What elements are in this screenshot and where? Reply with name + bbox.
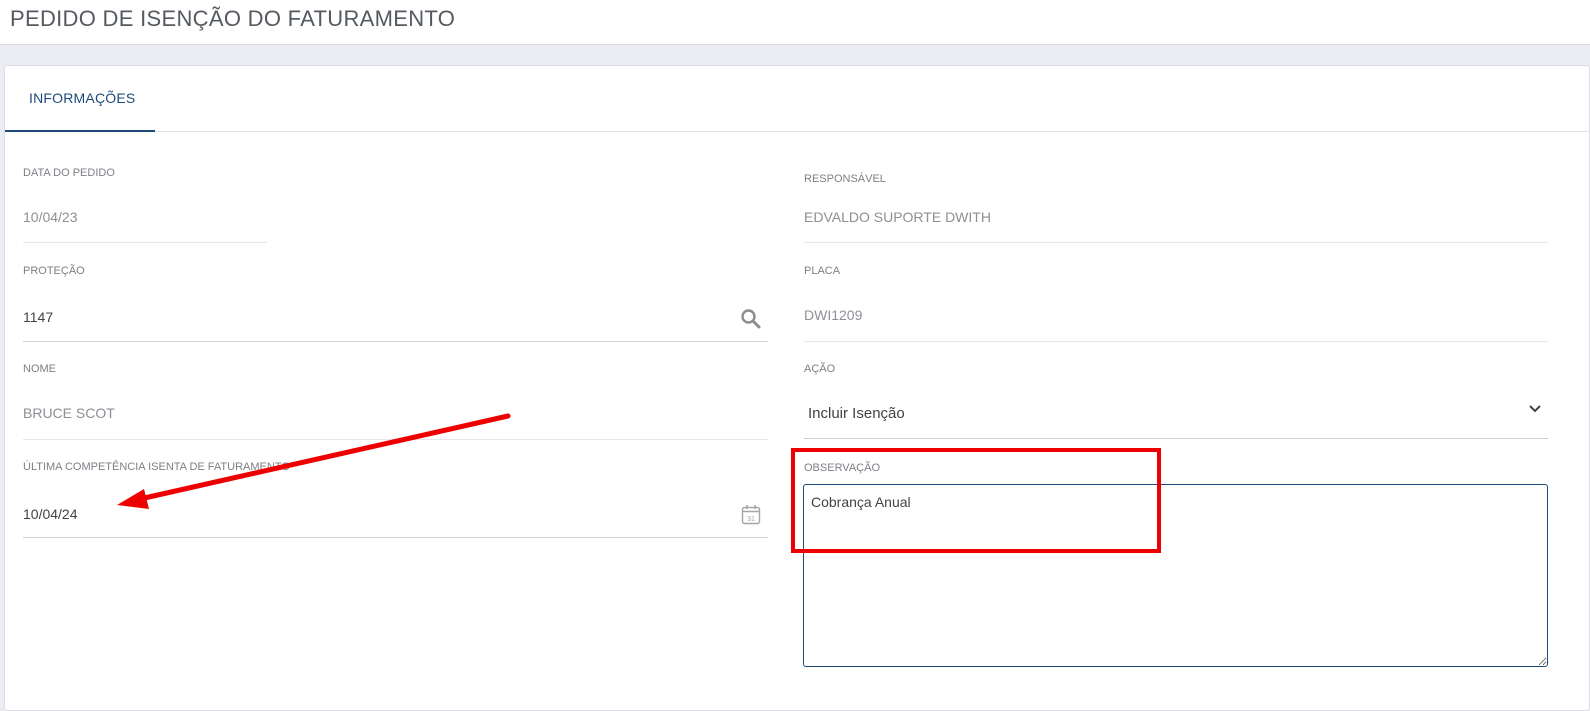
responsavel-underline bbox=[804, 242, 1548, 243]
chevron-down-icon[interactable] bbox=[1528, 404, 1542, 414]
tab-informacoes[interactable]: INFORMAÇÕES bbox=[5, 66, 155, 132]
data-pedido-underline bbox=[23, 242, 267, 243]
responsavel-label: RESPONSÁVEL bbox=[804, 173, 886, 185]
placa-label: PLACA bbox=[804, 265, 841, 277]
protecao-input[interactable]: 1147 bbox=[23, 309, 53, 325]
observacao-label: OBSERVAÇÃO bbox=[804, 462, 881, 474]
acao-select[interactable]: Incluir Isenção bbox=[808, 405, 905, 422]
tab-bar: INFORMAÇÕES bbox=[5, 66, 1589, 132]
acao-underline bbox=[804, 438, 1548, 439]
responsavel-value: EDVALDO SUPORTE DWITH bbox=[804, 209, 991, 225]
placa-underline bbox=[804, 341, 1548, 342]
calendar-icon[interactable]: 31 bbox=[741, 504, 761, 525]
protecao-underline bbox=[23, 341, 768, 342]
page-title: PEDIDO DE ISENÇÃO DO FATURAMENTO bbox=[10, 6, 456, 31]
data-pedido-label: DATA DO PEDIDO bbox=[23, 167, 115, 179]
ultima-competencia-input[interactable]: 10/04/24 bbox=[23, 506, 78, 522]
placa-value: DWI1209 bbox=[804, 307, 863, 323]
nome-underline bbox=[23, 439, 768, 440]
ultima-competencia-label: ÚLTIMA COMPETÊNCIA ISENTA DE FATURAMENTO bbox=[23, 461, 290, 473]
tab-label: INFORMAÇÕES bbox=[29, 90, 136, 106]
nome-label: NOME bbox=[23, 363, 56, 375]
calendar-icon-day: 31 bbox=[747, 516, 755, 523]
observacao-textarea[interactable]: Cobrança Anual bbox=[803, 484, 1548, 667]
ultima-competencia-underline bbox=[23, 537, 768, 538]
page-header: PEDIDO DE ISENÇÃO DO FATURAMENTO bbox=[0, 0, 1590, 45]
protecao-label: PROTEÇÃO bbox=[23, 265, 85, 277]
nome-value: BRUCE SCOT bbox=[23, 405, 115, 421]
search-icon[interactable] bbox=[740, 308, 761, 329]
data-pedido-value: 10/04/23 bbox=[23, 209, 78, 225]
acao-label: AÇÃO bbox=[804, 363, 836, 375]
